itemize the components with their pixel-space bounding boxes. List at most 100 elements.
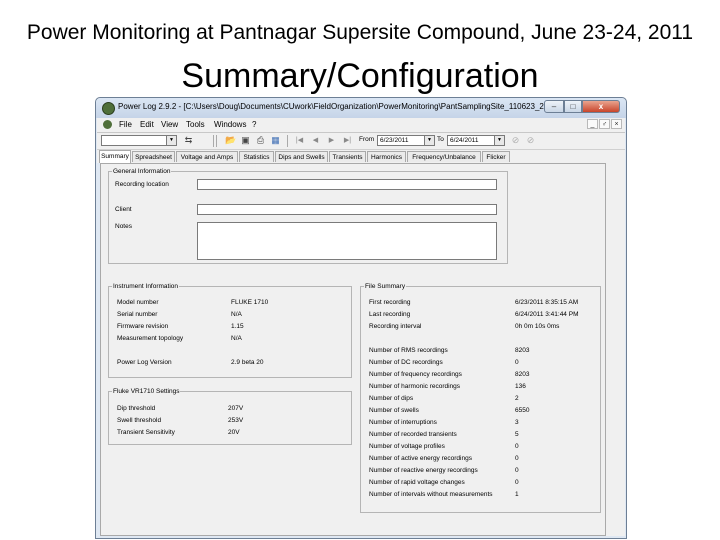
client-label: Client [115,206,132,213]
dip-threshold-value: 207V [228,405,244,412]
client-input[interactable] [197,204,497,215]
toolbar-separator [213,135,214,147]
toolbar-separator [287,135,288,147]
reactive-energy-label: Number of reactive energy recordings [369,467,478,474]
mdi-restore-button[interactable]: ♂ [599,119,610,129]
chevron-down-icon: ▼ [494,136,504,145]
tab-statistics[interactable]: Statistics [239,151,274,162]
view-select[interactable]: ▼ [101,135,177,146]
transient-sensitivity-label: Transient Sensitivity [117,429,175,436]
recording-location-input[interactable] [197,179,497,190]
close-button[interactable]: x [582,100,620,113]
model-number-label: Model number [117,299,159,306]
toolbar: ▼ ⇆ 📂 ▣ ⎙ ▦ |◀ ◀ ▶ ▶| From 6/23/2011 ▼ T… [97,133,625,150]
tab-dips-and-swells[interactable]: Dips and Swells [275,151,328,162]
save-icon[interactable]: ▣ [240,135,251,146]
swells-label: Number of swells [369,407,419,414]
to-date-select[interactable]: 6/24/2011 ▼ [447,135,505,146]
tab-harmonics[interactable]: Harmonics [367,151,406,162]
tab-transients[interactable]: Transients [329,151,366,162]
notes-label: Notes [115,223,132,230]
serial-number-label: Serial number [117,311,158,318]
from-label: From [359,136,375,143]
dips-label: Number of dips [369,395,414,402]
last-record-icon[interactable]: ▶| [342,135,353,146]
title-bar[interactable]: Power Log 2.9.2 - [C:\Users\Doug\Documen… [96,98,626,118]
recording-interval-label: Recording interval [369,323,422,330]
zoom-in-icon[interactable]: ⊘ [510,135,521,146]
menu-file[interactable]: File [119,120,132,129]
last-recording-label: Last recording [369,311,411,318]
toolbar-separator [216,135,217,147]
frequency-recordings-label: Number of frequency recordings [369,371,462,378]
swell-threshold-value: 253V [228,417,244,424]
window-controls: – □ x [544,100,620,114]
menu-edit[interactable]: Edit [140,120,154,129]
interruptions-label: Number of interruptions [369,419,437,426]
menu-windows[interactable]: Windows [214,120,246,129]
from-date-value: 6/23/2011 [380,137,409,144]
harmonic-recordings-label: Number of harmonic recordings [369,383,461,390]
to-date-value: 6/24/2011 [450,137,479,144]
open-folder-icon[interactable]: 📂 [225,135,236,146]
next-record-icon[interactable]: ▶ [326,135,337,146]
frequency-recordings-value: 8203 [515,371,530,378]
power-log-version-label: Power Log Version [117,359,172,366]
zoom-out-icon[interactable]: ⊘ [525,135,536,146]
measurement-topology-value: N/A [231,335,242,342]
print-icon[interactable]: ⎙ [255,135,266,146]
menu-tools[interactable]: Tools [186,120,205,129]
dip-threshold-label: Dip threshold [117,405,156,412]
general-information-legend: General Information [113,168,171,175]
model-number-value: FLUKE 1710 [231,299,269,306]
interruptions-value: 3 [515,419,519,426]
tab-bar: Summary Spreadsheet Voltage and Amps Sta… [97,150,625,163]
tab-voltage-and-amps[interactable]: Voltage and Amps [176,151,238,162]
menu-bar: File Edit View Tools Windows ? _ ♂ × [97,118,625,133]
export-icon[interactable]: ▦ [270,135,281,146]
document-icon[interactable] [103,120,112,129]
vertical-scroll-area[interactable] [606,163,625,536]
mdi-close-button[interactable]: × [611,119,622,129]
harmonic-recordings-value: 136 [515,383,526,390]
rapid-voltage-changes-value: 0 [515,479,519,486]
vr1710-settings-legend: Fluke VR1710 Settings [113,388,180,395]
menu-help[interactable]: ? [252,120,256,129]
active-energy-label: Number of active energy recordings [369,455,472,462]
rms-recordings-label: Number of RMS recordings [369,347,448,354]
to-label: To [437,136,444,143]
maximize-button[interactable]: □ [564,100,582,113]
menu-view[interactable]: View [161,120,178,129]
reactive-energy-value: 0 [515,467,519,474]
recorded-transients-label: Number of recorded transients [369,431,457,438]
transient-sensitivity-value: 20V [228,429,240,436]
instrument-information-legend: Instrument Information [113,283,179,290]
slide-subtitle: Summary/Configuration [181,57,539,95]
chevron-down-icon: ▼ [166,136,176,145]
notes-textarea[interactable] [197,222,497,260]
tab-spreadsheet[interactable]: Spreadsheet [132,151,175,162]
voltage-profiles-label: Number of voltage profiles [369,443,445,450]
previous-record-icon[interactable]: ◀ [310,135,321,146]
mdi-controls: _ ♂ × [586,119,622,129]
dc-recordings-value: 0 [515,359,519,366]
rms-recordings-value: 8203 [515,347,530,354]
first-recording-label: First recording [369,299,411,306]
tab-frequency-unbalance[interactable]: Frequency/Unbalance [407,151,481,162]
rapid-voltage-changes-label: Number of rapid voltage changes [369,479,465,486]
minimize-button[interactable]: – [544,100,564,113]
serial-number-value: N/A [231,311,242,318]
tab-summary[interactable]: Summary [99,150,131,163]
mdi-minimize-button[interactable]: _ [587,119,598,129]
active-energy-value: 0 [515,455,519,462]
chevron-down-icon: ▼ [424,136,434,145]
power-log-version-value: 2.9 beta 20 [231,359,264,366]
app-icon [102,102,115,115]
firmware-revision-value: 1.15 [231,323,244,330]
power-log-window: Power Log 2.9.2 - [C:\Users\Doug\Documen… [95,97,627,539]
first-record-icon[interactable]: |◀ [294,135,305,146]
import-icon[interactable]: ⇆ [183,135,194,146]
from-date-select[interactable]: 6/23/2011 ▼ [377,135,435,146]
swells-value: 6550 [515,407,530,414]
tab-flicker[interactable]: Flicker [482,151,510,162]
